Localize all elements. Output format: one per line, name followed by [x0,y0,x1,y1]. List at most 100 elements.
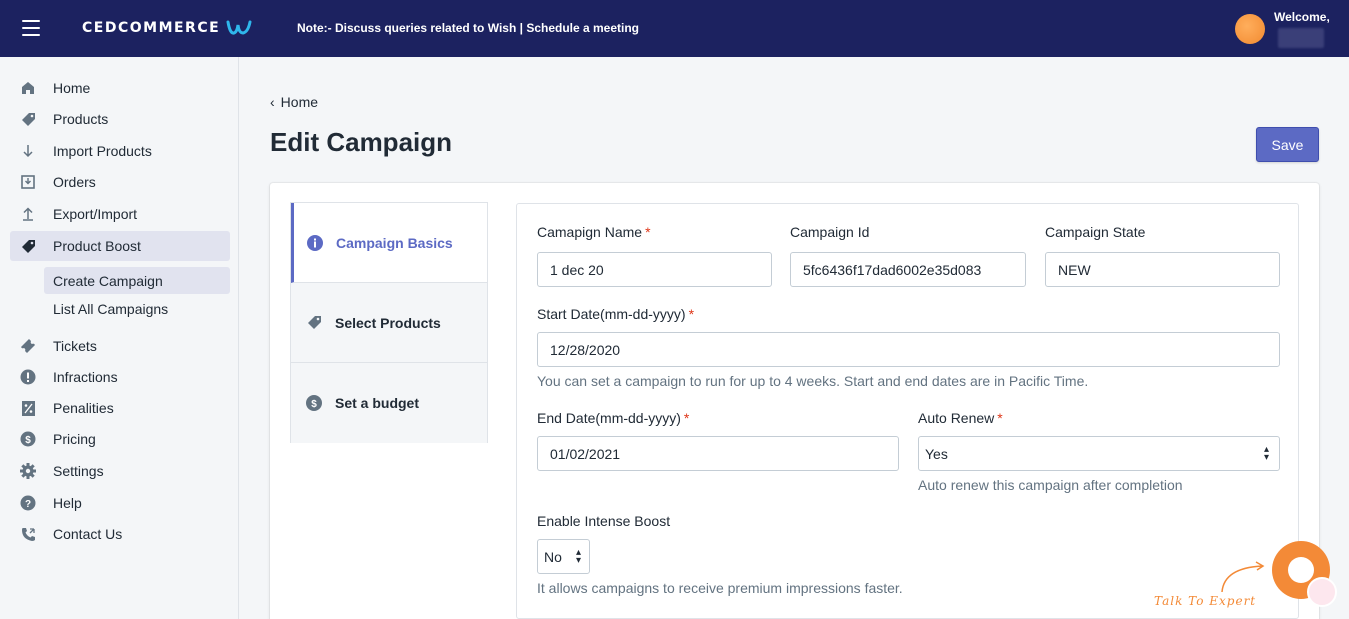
step-navigation: Campaign Basics Select Products $ Set a … [290,202,488,443]
top-bar: CEDCOMMERCE Note:- Discuss queries relat… [0,0,1349,57]
auto-renew-select[interactable]: Yes ▴ ▾ [918,436,1280,471]
arrow-curve-icon [1221,561,1265,593]
step-set-budget[interactable]: $ Set a budget [291,363,487,443]
campaign-id-label: Campaign Id [790,224,870,240]
sidebar-item-label: Contact Us [53,526,123,542]
sidebar-item-infractions[interactable]: Infractions [10,362,230,392]
chat-secondary-icon[interactable] [1307,577,1337,607]
welcome-text: Welcome, [1274,10,1330,24]
sidebar-item-import-products[interactable]: Import Products [10,136,230,166]
sidebar-subitem-list-all-campaigns[interactable]: List All Campaigns [44,295,230,322]
required-mark: * [683,410,690,426]
talk-to-expert-label: Talk To Expert [1154,594,1257,608]
sidebar-item-label: Product Boost [53,238,141,254]
sidebar-item-penalities[interactable]: Penalities [10,393,230,423]
sidebar-item-help[interactable]: ? Help [10,488,230,518]
step-campaign-basics[interactable]: Campaign Basics [291,203,487,283]
percent-icon [20,400,36,416]
dollar-icon: $ [20,431,36,447]
sidebar-item-label: Pricing [53,431,96,447]
help-icon: ? [20,495,36,511]
note-separator: | [516,21,527,35]
avatar[interactable] [1235,14,1265,44]
auto-renew-help: Auto renew this campaign after completio… [918,477,1183,493]
sidebar-item-orders[interactable]: Orders [10,167,230,197]
svg-text:$: $ [25,435,31,446]
schedule-meeting-link[interactable]: Schedule a meeting [526,21,639,35]
sidebar-item-label: Home [53,80,91,96]
breadcrumb[interactable]: ‹ Home [270,94,318,110]
select-arrows-icon: ▴ ▾ [575,547,581,566]
sidebar-item-contact-us[interactable]: Contact Us [10,519,230,549]
sidebar-item-settings[interactable]: Settings [10,456,230,486]
sidebar-item-tickets[interactable]: Tickets [10,331,230,361]
sidebar-item-products[interactable]: Products [10,104,230,134]
breadcrumb-home: Home [280,94,319,110]
info-icon [307,234,323,251]
phone-icon [20,526,36,542]
intense-boost-help: It allows campaigns to receive premium i… [537,580,903,596]
required-mark: * [645,224,651,240]
intense-boost-label: Enable Intense Boost [537,513,671,529]
start-date-label: Start Date(mm-dd-yyyy) * [537,306,695,322]
intense-boost-value: No [544,548,562,565]
campaign-state-label: Campaign State [1045,224,1146,240]
tag-icon [20,238,36,254]
sidebar-item-label: Infractions [53,369,118,385]
alert-icon [20,369,36,385]
home-icon [20,80,36,96]
campaign-name-label: Camapign Name * [537,224,651,240]
required-mark: * [688,306,695,322]
wish-logo-icon [226,20,252,35]
svg-text:$: $ [311,399,317,410]
hamburger-menu-icon[interactable] [22,20,40,36]
orders-inbox-icon [20,174,36,190]
required-mark: * [997,410,1003,426]
sidebar-item-label: Tickets [53,338,97,354]
step-label: Select Products [335,314,441,331]
gear-icon [20,463,36,479]
header-note: Note:- Discuss queries related to Wish |… [297,21,639,35]
chat-bubble-icon [1288,557,1314,583]
sidebar-item-label: Products [53,111,109,127]
select-arrows-icon: ▴ ▾ [1263,444,1269,463]
sidebar-item-label: Penalities [53,400,114,416]
sidebar: Home Products Import Products Orders Exp… [0,57,239,619]
sidebar-item-label: Help [53,495,82,511]
sidebar-item-pricing[interactable]: $ Pricing [10,424,230,454]
save-button[interactable]: Save [1256,127,1319,162]
sidebar-item-product-boost[interactable]: Product Boost [10,231,230,261]
campaign-name-input[interactable]: 1 dec 20 [537,252,772,287]
dollar-icon: $ [306,395,322,411]
ticket-icon [20,338,36,354]
sidebar-item-export-import[interactable]: Export/Import [10,199,230,229]
end-date-label: End Date(mm-dd-yyyy) * [537,410,690,426]
campaign-id-input[interactable]: 5fc6436f17dad6002e35d083 [790,252,1026,287]
arrow-down-icon [20,143,36,159]
tag-icon [306,315,322,331]
sidebar-item-label: Orders [53,174,96,190]
logo[interactable]: CEDCOMMERCE [82,19,252,37]
sidebar-subitem-create-campaign[interactable]: Create Campaign [44,267,230,294]
page-title: Edit Campaign [270,127,453,157]
step-label: Campaign Basics [336,234,453,251]
start-date-input[interactable]: 12/28/2020 [537,332,1280,367]
sidebar-item-label: Settings [53,463,104,479]
step-select-products[interactable]: Select Products [291,283,487,363]
sidebar-item-home[interactable]: Home [10,73,230,103]
sidebar-item-label: Import Products [53,143,152,159]
sidebar-item-label: Export/Import [53,206,138,222]
svg-text:?: ? [25,499,31,510]
end-date-input[interactable]: 01/02/2021 [537,436,899,471]
logo-text: CEDCOMMERCE [82,20,221,36]
auto-renew-value: Yes [925,445,948,462]
chevron-left-icon: ‹ [270,94,275,110]
intense-boost-select[interactable]: No ▴ ▾ [537,539,590,574]
tag-icon [20,111,36,127]
auto-renew-label: Auto Renew * [918,410,1003,426]
username-blurred [1278,28,1324,48]
campaign-state-input[interactable]: NEW [1045,252,1280,287]
start-date-help: You can set a campaign to run for up to … [537,373,1089,389]
note-text: Note:- Discuss queries related to Wish [297,21,517,35]
step-label: Set a budget [335,395,420,411]
